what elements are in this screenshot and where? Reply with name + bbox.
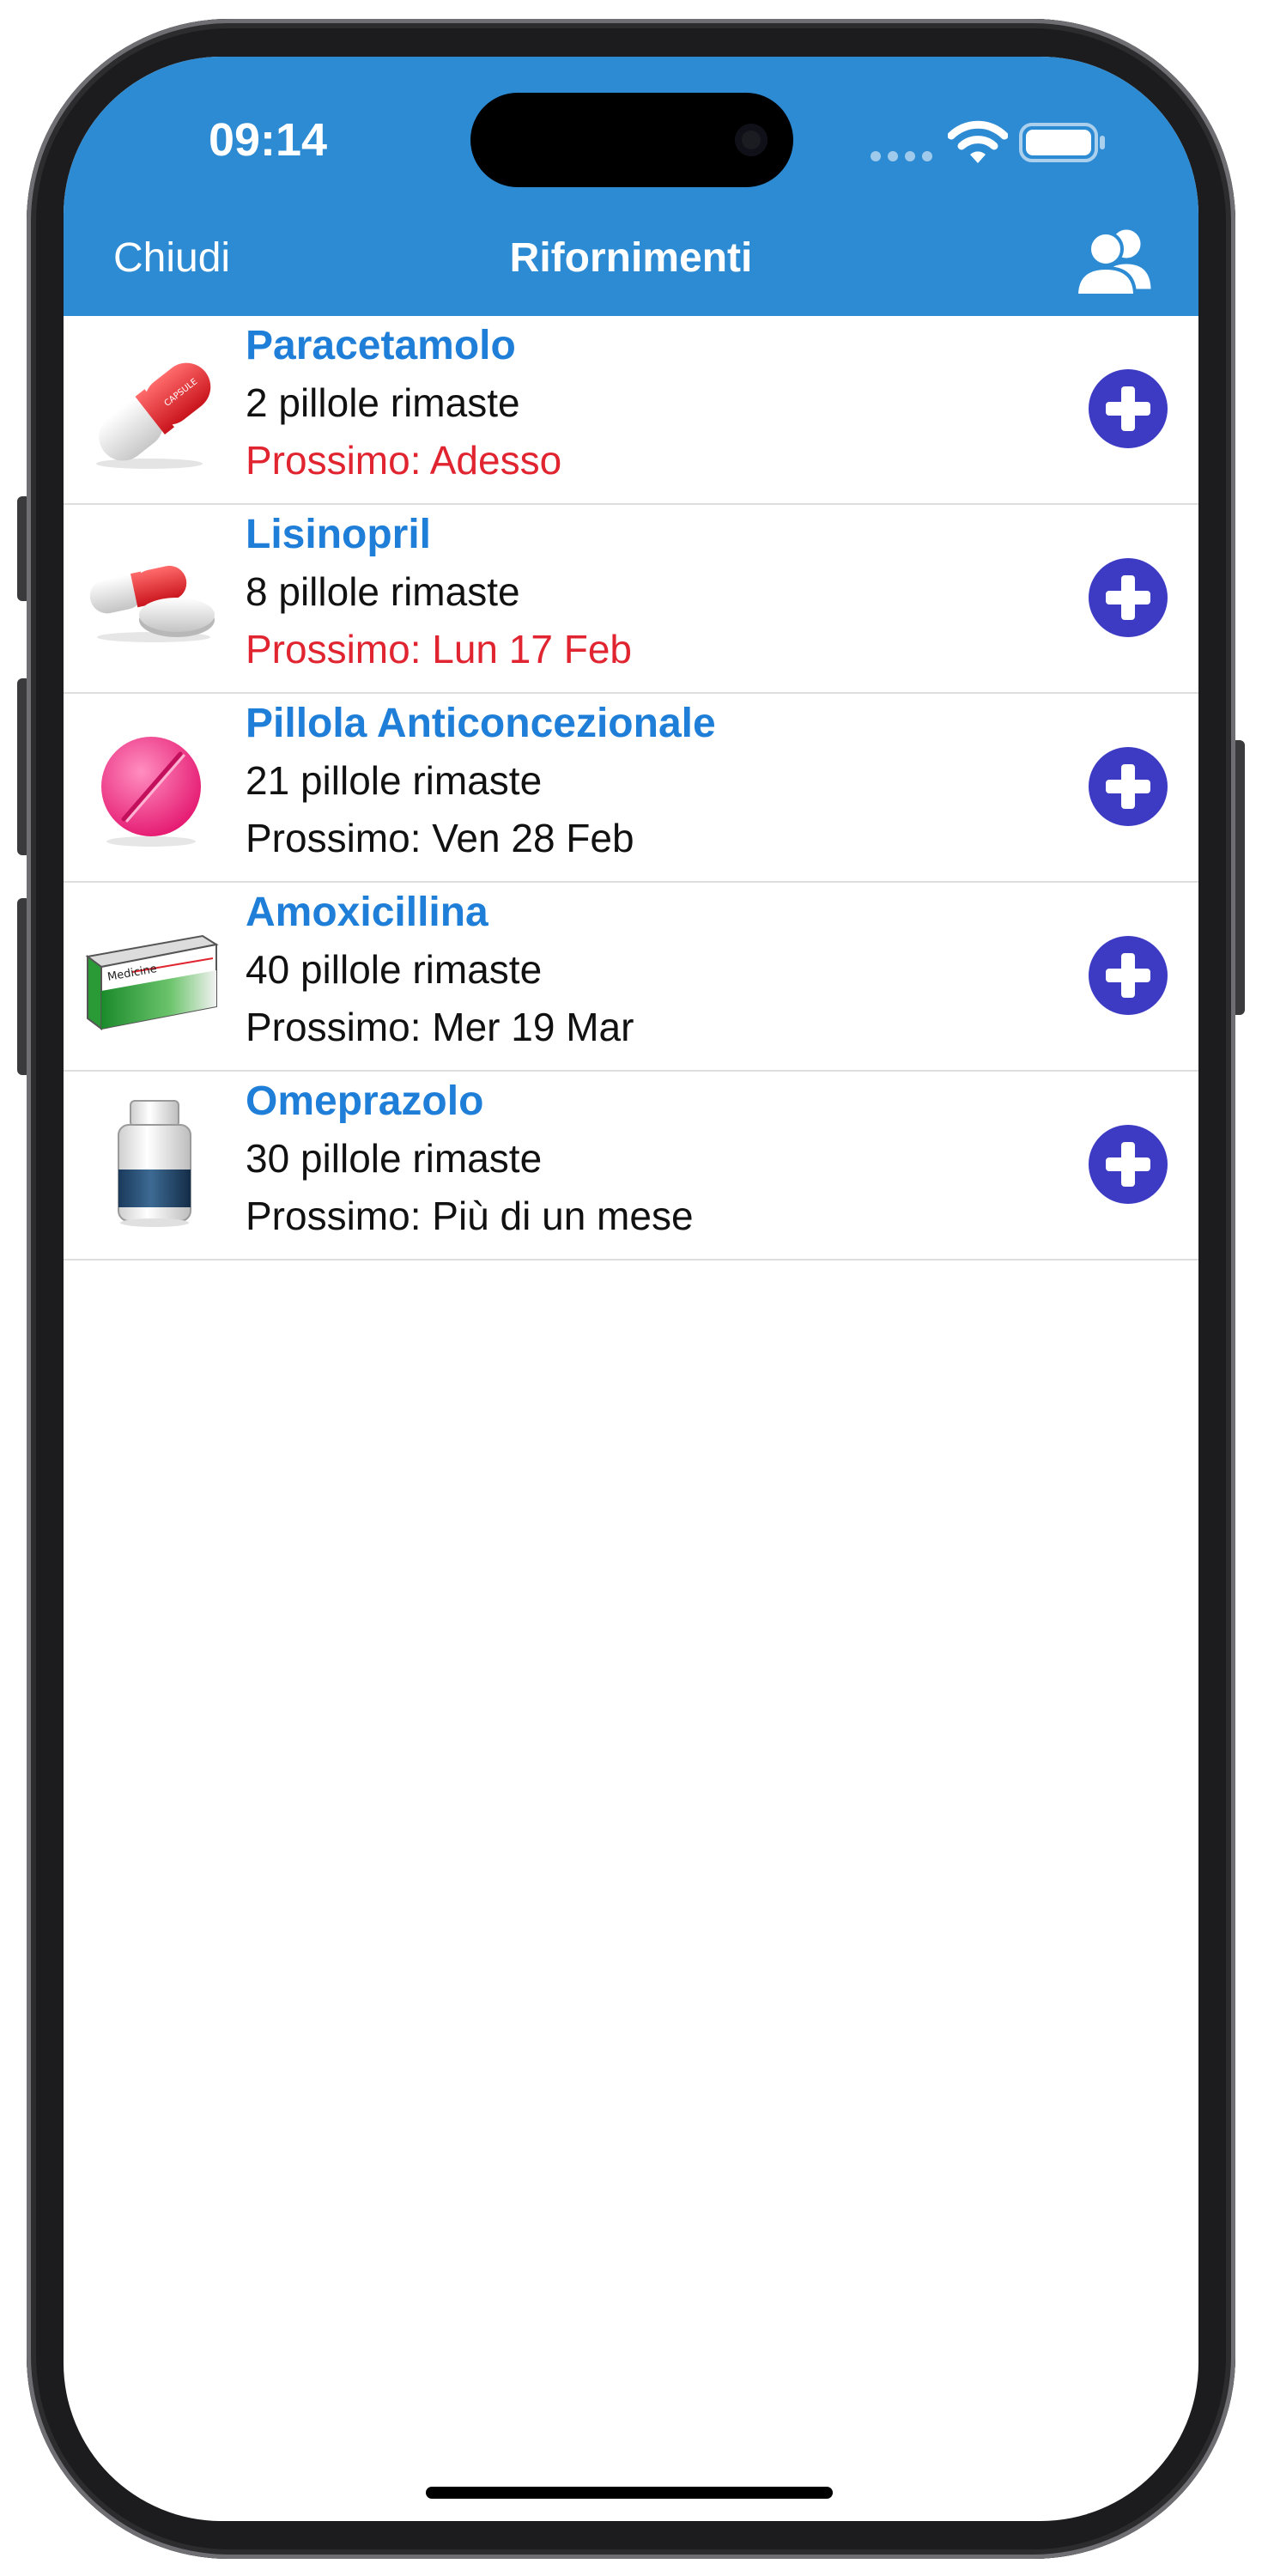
page-title: Rifornimenti [509, 235, 753, 281]
add-refill-button[interactable] [1089, 747, 1168, 826]
refill-text: Amoxicillina 40 pillole rimaste Prossimo… [246, 884, 1104, 1056]
cellular-signal-icon [871, 148, 939, 165]
refill-row-lisinopril[interactable]: Lisinopril 8 pillole rimaste Prossimo: L… [64, 505, 1198, 694]
pill-bottle-icon [118, 1100, 191, 1227]
device-page: 09:14 Chiudi Rifornimenti CAPSULE Parace… [0, 0, 1262, 2576]
next-refill: Prossimo: Più di un mese [246, 1194, 694, 1238]
medicine-box-icon: Medicine [85, 934, 219, 1030]
refill-text: Omeprazolo 30 pillole rimaste Prossimo: … [246, 1073, 1104, 1245]
pills-remaining: 8 pillole rimaste [246, 569, 520, 614]
capsule-icon: CAPSULE [96, 362, 211, 469]
add-refill-button[interactable] [1089, 1125, 1168, 1204]
users-icon[interactable] [1071, 222, 1157, 297]
refill-list: CAPSULE Paracetamolo 2 pillole rimaste P… [64, 316, 1198, 1261]
wifi-icon [948, 120, 1008, 163]
app-screen: 09:14 Chiudi Rifornimenti CAPSULE Parace… [64, 57, 1198, 2521]
next-refill: Prossimo: Adesso [246, 438, 562, 483]
home-indicator[interactable] [426, 2487, 833, 2499]
pills-remaining: 21 pillole rimaste [246, 758, 543, 803]
next-refill: Prossimo: Lun 17 Feb [246, 627, 633, 671]
medication-name: Paracetamolo [246, 323, 516, 368]
medication-name: Omeprazolo [246, 1078, 484, 1124]
battery-icon [1019, 123, 1105, 162]
status-time: 09:14 [208, 114, 328, 166]
front-camera [735, 124, 768, 156]
pills-remaining: 40 pillole rimaste [246, 947, 543, 992]
refill-text: Paracetamolo 2 pillole rimaste Prossimo:… [246, 318, 1104, 489]
refill-row-paracetamolo[interactable]: CAPSULE Paracetamolo 2 pillole rimaste P… [64, 316, 1198, 505]
refill-row-omeprazolo[interactable]: Omeprazolo 30 pillole rimaste Prossimo: … [64, 1072, 1198, 1261]
add-refill-button[interactable] [1089, 936, 1168, 1015]
add-refill-button[interactable] [1089, 369, 1168, 448]
pink-pill-icon [101, 737, 201, 847]
medication-name: Pillola Anticoncezionale [246, 701, 716, 746]
add-refill-button[interactable] [1089, 558, 1168, 637]
next-refill: Prossimo: Mer 19 Mar [246, 1005, 634, 1049]
capsule-and-tablet-icon [89, 565, 215, 642]
refill-text: Pillola Anticoncezionale 21 pillole rima… [246, 696, 1104, 867]
next-refill: Prossimo: Ven 28 Feb [246, 816, 634, 860]
close-button[interactable]: Chiudi [113, 228, 285, 289]
pills-remaining: 2 pillole rimaste [246, 380, 520, 425]
medication-name: Amoxicillina [246, 890, 488, 935]
pills-remaining: 30 pillole rimaste [246, 1136, 543, 1181]
medication-name: Lisinopril [246, 512, 431, 557]
refill-row-pillola-anticoncezionale[interactable]: Pillola Anticoncezionale 21 pillole rima… [64, 694, 1198, 883]
nav-header: 09:14 Chiudi Rifornimenti [64, 57, 1198, 316]
refill-row-amoxicillina[interactable]: Medicine Amoxicillina 40 pillole rimaste… [64, 883, 1198, 1072]
dynamic-island [470, 93, 793, 187]
refill-text: Lisinopril 8 pillole rimaste Prossimo: L… [246, 507, 1104, 678]
